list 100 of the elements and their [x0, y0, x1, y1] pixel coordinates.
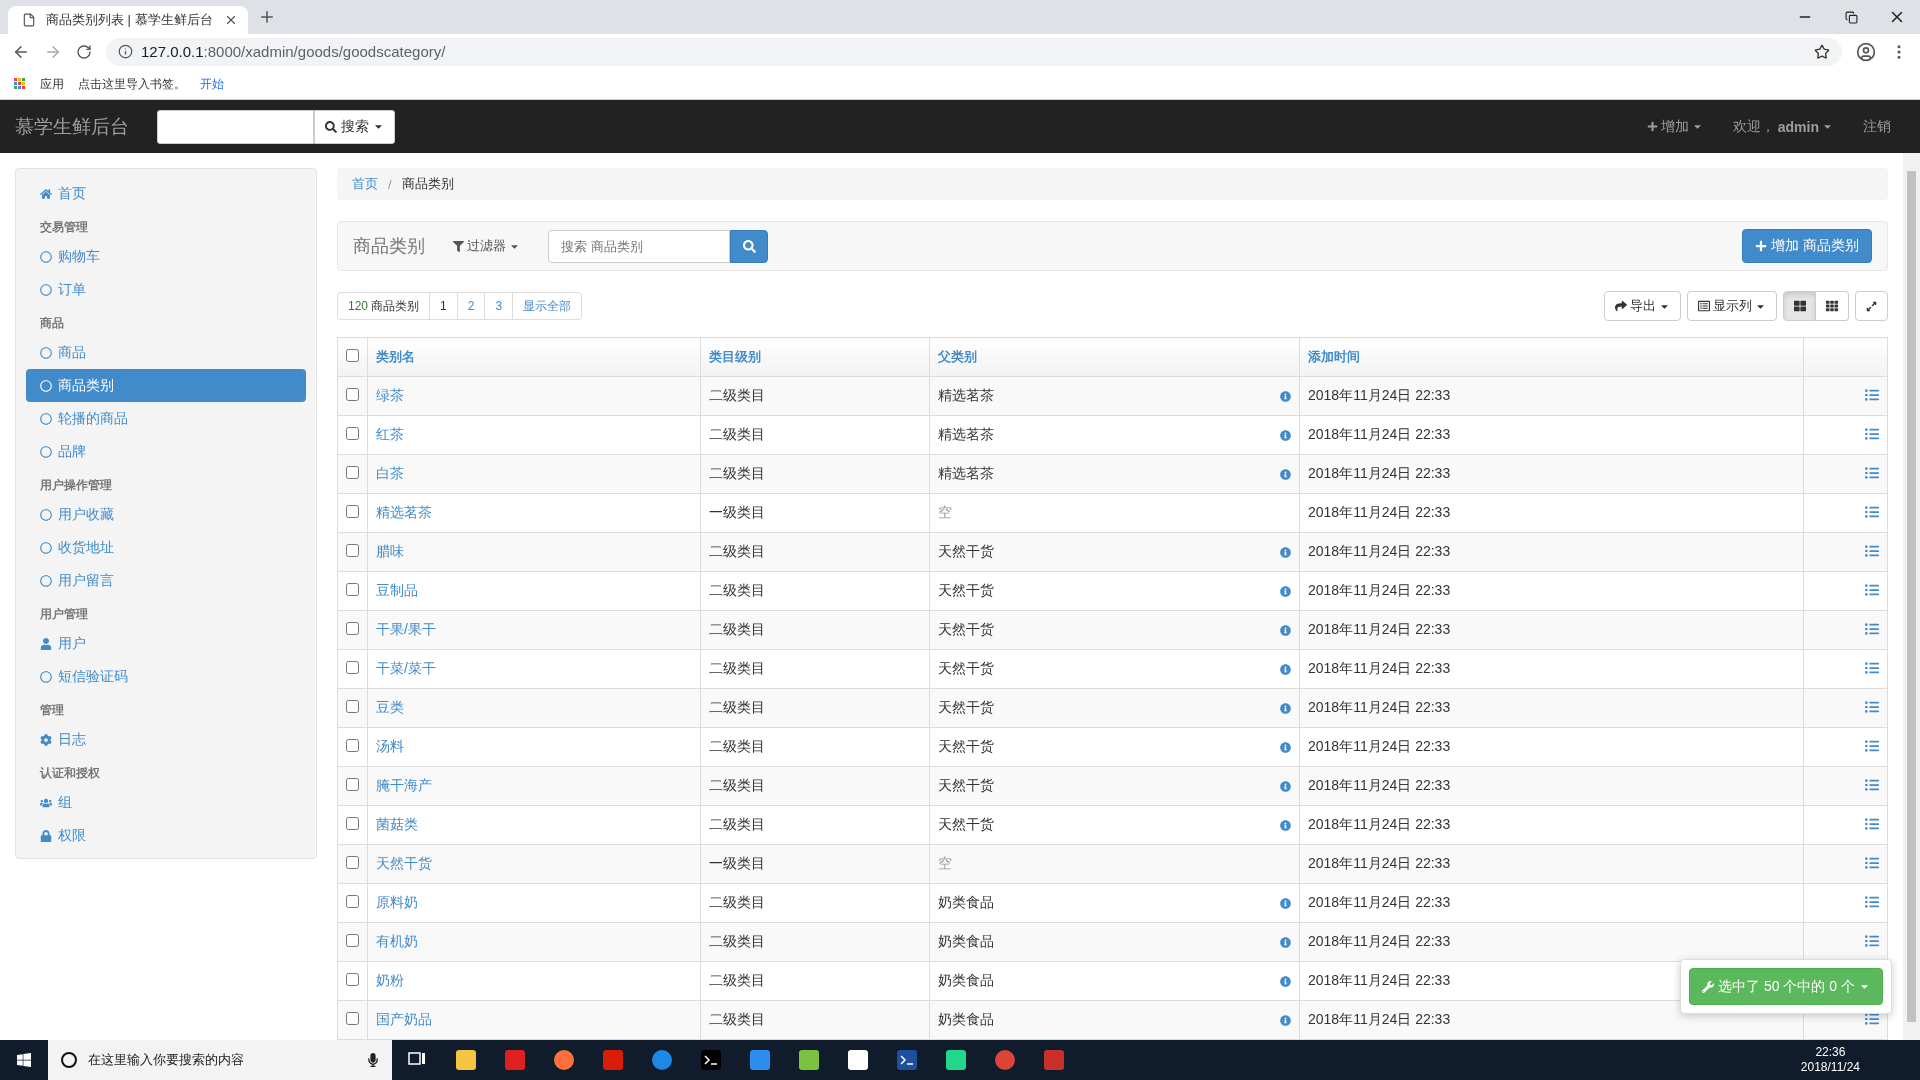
- list-icon[interactable]: [1865, 504, 1879, 519]
- info-icon[interactable]: [1280, 819, 1291, 831]
- info-icon[interactable]: [1280, 390, 1291, 402]
- sidebar-item[interactable]: 用户: [26, 627, 306, 660]
- profile-icon[interactable]: [1856, 41, 1876, 62]
- list-icon[interactable]: [1865, 933, 1879, 948]
- list-icon[interactable]: [1865, 894, 1879, 909]
- breadcrumb-link[interactable]: 首页: [352, 175, 378, 194]
- row-checkbox[interactable]: [346, 622, 359, 635]
- category-link[interactable]: 腊味: [376, 543, 404, 559]
- info-icon[interactable]: [1280, 936, 1291, 948]
- info-icon[interactable]: [1280, 975, 1291, 987]
- info-icon[interactable]: [1280, 780, 1291, 792]
- info-icon[interactable]: [1280, 546, 1291, 558]
- list-icon[interactable]: [1865, 1011, 1879, 1026]
- info-icon[interactable]: [1280, 429, 1291, 441]
- category-link[interactable]: 天然干货: [376, 855, 432, 871]
- info-icon[interactable]: [1280, 624, 1291, 636]
- row-checkbox[interactable]: [346, 427, 359, 440]
- user-menu[interactable]: 欢迎， admin: [1732, 117, 1833, 136]
- microphone-icon[interactable]: [366, 1053, 380, 1067]
- nav-search-field[interactable]: [157, 109, 314, 144]
- list-icon[interactable]: [1865, 777, 1879, 792]
- category-link[interactable]: 汤料: [376, 738, 404, 754]
- sidebar-item[interactable]: 商品: [26, 336, 306, 369]
- sidebar-item[interactable]: 订单: [26, 273, 306, 306]
- category-link[interactable]: 国产奶品: [376, 1011, 432, 1027]
- list-icon[interactable]: [1865, 387, 1879, 402]
- row-checkbox[interactable]: [346, 739, 359, 752]
- sidebar-item[interactable]: 用户留言: [26, 564, 306, 597]
- sidebar-item[interactable]: 组: [26, 786, 306, 819]
- column-header[interactable]: 类别名: [376, 349, 415, 364]
- page-link[interactable]: 2: [457, 293, 486, 319]
- sidebar-item[interactable]: 日志: [26, 723, 306, 756]
- columns-button[interactable]: 显示列: [1687, 291, 1777, 321]
- column-header[interactable]: 添加时间: [1308, 349, 1360, 364]
- row-checkbox[interactable]: [346, 1012, 359, 1025]
- close-icon[interactable]: [224, 13, 238, 27]
- list-icon[interactable]: [1865, 660, 1879, 675]
- info-icon[interactable]: [1280, 585, 1291, 597]
- category-link[interactable]: 菌菇类: [376, 816, 418, 832]
- site-brand[interactable]: 慕学生鲜后台: [15, 113, 129, 140]
- list-icon[interactable]: [1865, 816, 1879, 831]
- row-checkbox[interactable]: [346, 817, 359, 830]
- category-link[interactable]: 红茶: [376, 426, 404, 442]
- info-icon[interactable]: [1280, 663, 1291, 675]
- list-icon[interactable]: [1865, 582, 1879, 597]
- sidebar-item[interactable]: 短信验证码: [26, 660, 306, 693]
- category-link[interactable]: 干果/果干: [376, 621, 436, 637]
- browser-tab[interactable]: 商品类别列表 | 慕学生鲜后台: [8, 6, 248, 34]
- selection-actions-button[interactable]: 选中了 50 个中的 0 个: [1689, 968, 1883, 1005]
- category-link[interactable]: 绿茶: [376, 387, 404, 403]
- page-link[interactable]: 1: [430, 293, 458, 319]
- info-icon[interactable]: [1280, 702, 1291, 714]
- small-grid-button[interactable]: [1816, 291, 1849, 321]
- sidebar-item[interactable]: 用户收藏: [26, 498, 306, 531]
- sidebar-item[interactable]: 轮播的商品: [26, 402, 306, 435]
- category-link[interactable]: 干菜/菜干: [376, 660, 436, 676]
- bookmark-text[interactable]: 应用: [40, 75, 64, 93]
- sidebar-item[interactable]: 购物车: [26, 240, 306, 273]
- row-checkbox[interactable]: [346, 973, 359, 986]
- category-link[interactable]: 原料奶: [376, 894, 418, 910]
- list-icon[interactable]: [1865, 738, 1879, 753]
- search-button[interactable]: [730, 229, 768, 263]
- row-checkbox[interactable]: [346, 856, 359, 869]
- filter-menu[interactable]: 过滤器: [453, 237, 520, 256]
- list-icon[interactable]: [1865, 543, 1879, 558]
- info-icon[interactable]: [1280, 1014, 1291, 1026]
- column-header[interactable]: 父类别: [938, 349, 977, 364]
- list-icon[interactable]: [1865, 699, 1879, 714]
- row-checkbox[interactable]: [346, 583, 359, 596]
- info-icon[interactable]: [1280, 741, 1291, 753]
- bookmark-star-icon[interactable]: [1814, 43, 1830, 60]
- sidebar-item[interactable]: 权限: [26, 819, 306, 852]
- row-checkbox[interactable]: [346, 466, 359, 479]
- category-link[interactable]: 白茶: [376, 465, 404, 481]
- category-link[interactable]: 腌干海产: [376, 777, 432, 793]
- logout-link[interactable]: 注销: [1863, 117, 1891, 136]
- taskbar-search-field[interactable]: 在这里输入你要搜索的内容: [48, 1040, 392, 1080]
- address-bar[interactable]: 127.0.0.1:8000/xadmin/goods/goodscategory/: [106, 37, 1842, 66]
- list-icon[interactable]: [1865, 426, 1879, 441]
- row-checkbox[interactable]: [346, 505, 359, 518]
- sidebar-item[interactable]: 收货地址: [26, 531, 306, 564]
- new-tab-icon[interactable]: [258, 8, 276, 26]
- row-checkbox[interactable]: [346, 661, 359, 674]
- row-checkbox[interactable]: [346, 700, 359, 713]
- info-icon[interactable]: [1280, 897, 1291, 909]
- category-link[interactable]: 精选茗茶: [376, 504, 432, 520]
- bookmark-text[interactable]: 点击这里导入书签。: [78, 75, 186, 93]
- category-link[interactable]: 奶粉: [376, 972, 404, 988]
- list-icon[interactable]: [1865, 621, 1879, 636]
- reload-icon[interactable]: [76, 43, 92, 60]
- sidebar-item[interactable]: 首页: [26, 177, 306, 210]
- bookmark-link[interactable]: 开始: [200, 75, 224, 93]
- sidebar-item[interactable]: 品牌: [26, 435, 306, 468]
- show-all-link[interactable]: 显示全部: [513, 293, 582, 319]
- column-header[interactable]: 类目级别: [709, 349, 761, 364]
- fullscreen-button[interactable]: [1855, 291, 1888, 321]
- add-menu[interactable]: 增加: [1646, 117, 1703, 136]
- sidebar-item[interactable]: 商品类别: [26, 369, 306, 402]
